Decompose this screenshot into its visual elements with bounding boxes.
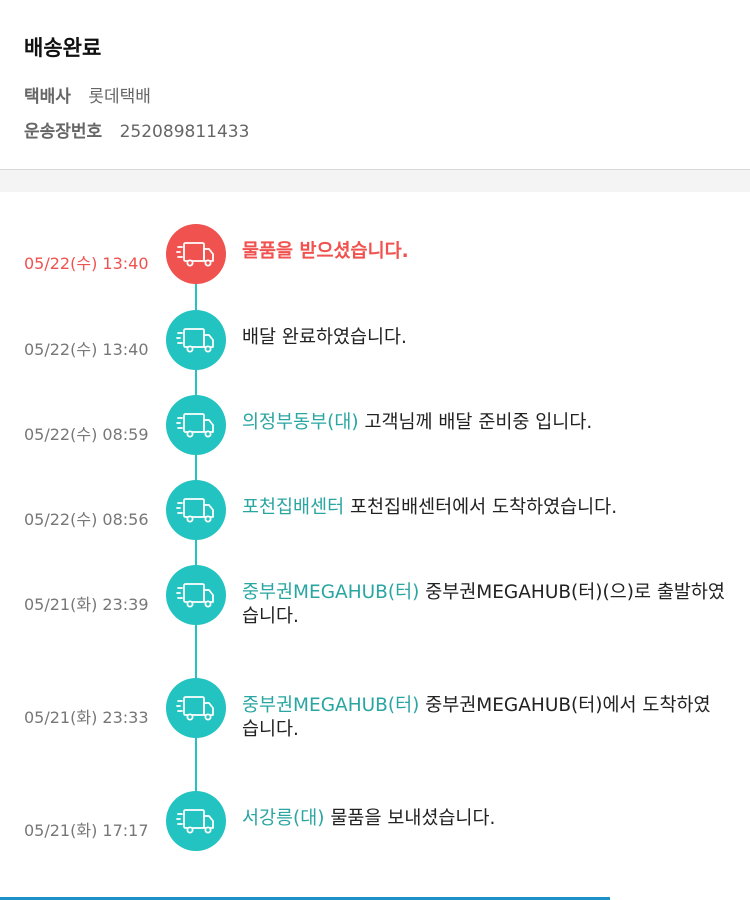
truck-icon bbox=[166, 310, 226, 370]
event-time: 05/22(수) 13:40 bbox=[24, 340, 149, 359]
truck-icon bbox=[166, 224, 226, 284]
tracking-timeline: 05/22(수) 13:40 물품을 받으셨습니다. 05/22(수) 13:4… bbox=[0, 192, 750, 900]
tracking-row: 운송장번호 252089811433 bbox=[24, 117, 249, 142]
tracking-label: 운송장번호 bbox=[24, 122, 103, 142]
event-message: 물품을 받으셨습니다. bbox=[242, 241, 409, 262]
truck-icon bbox=[166, 480, 226, 540]
event-location: 포천집배센터 bbox=[242, 497, 345, 518]
event-message: 중부권MEGAHUB(터) 중부권MEGAHUB(터)에서 도착하였습니다. bbox=[242, 694, 726, 742]
tracking-number: 252089811433 bbox=[119, 122, 250, 142]
truck-icon bbox=[166, 565, 226, 625]
event-message: 포천집배센터 포천집배센터에서 도착하였습니다. bbox=[242, 496, 726, 520]
truck-icon bbox=[166, 395, 226, 455]
section-divider bbox=[0, 170, 750, 192]
truck-icon bbox=[166, 791, 226, 851]
courier-label: 택배사 bbox=[24, 87, 71, 107]
event-message: 중부권MEGAHUB(터) 중부권MEGAHUB(터)(으)로 출발하였습니다. bbox=[242, 581, 726, 629]
truck-icon bbox=[166, 678, 226, 738]
event-location: 중부권MEGAHUB(터) bbox=[242, 582, 420, 603]
event-time: 05/22(수) 08:56 bbox=[24, 510, 149, 529]
event-location: 의정부동부(대) bbox=[242, 412, 359, 433]
event-time: 05/22(수) 13:40 bbox=[24, 254, 149, 273]
event-detail: 고객님께 배달 준비중 입니다. bbox=[364, 412, 593, 433]
courier-value: 롯데택배 bbox=[88, 87, 151, 107]
event-time: 05/21(화) 17:17 bbox=[24, 821, 149, 840]
delivery-summary: 배송완료 택배사 롯데택배 운송장번호 252089811433 bbox=[0, 0, 750, 170]
event-message: 배달 완료하였습니다. bbox=[242, 327, 407, 348]
event-detail: 포천집배센터에서 도착하였습니다. bbox=[350, 497, 618, 518]
event-message: 서강릉(대) 물품을 보내셨습니다. bbox=[242, 807, 726, 831]
event-time: 05/21(화) 23:39 bbox=[24, 595, 149, 614]
delivery-status-title: 배송완료 bbox=[24, 36, 102, 60]
event-detail: 물품을 보내셨습니다. bbox=[330, 808, 496, 829]
event-location: 중부권MEGAHUB(터) bbox=[242, 695, 420, 716]
event-time: 05/21(화) 23:33 bbox=[24, 708, 149, 727]
event-location: 서강릉(대) bbox=[242, 808, 325, 829]
courier-row: 택배사 롯데택배 bbox=[24, 82, 151, 107]
event-time: 05/22(수) 08:59 bbox=[24, 425, 149, 444]
event-message: 의정부동부(대) 고객님께 배달 준비중 입니다. bbox=[242, 411, 726, 435]
